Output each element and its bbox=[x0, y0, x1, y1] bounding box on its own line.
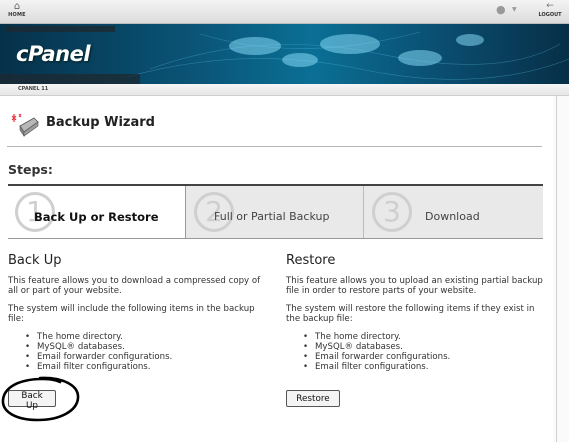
top-navigation-bar: ⌂ HOME ● ▼ ← LOGOUT bbox=[0, 0, 569, 24]
back-up-button[interactable]: Back Up bbox=[8, 390, 56, 411]
wizard-steps: 1 Back Up or Restore 2 Full or Partial B… bbox=[8, 184, 543, 239]
home-link[interactable]: ⌂ HOME bbox=[3, 1, 31, 18]
logout-icon: ← bbox=[546, 1, 554, 11]
logout-label: LOGOUT bbox=[538, 12, 562, 18]
page-title: Backup Wizard bbox=[46, 115, 155, 130]
backup-intro: The system will include the following it… bbox=[8, 304, 255, 324]
list-item: Email forwarder configurations. bbox=[303, 352, 544, 362]
list-item: Email filter configurations. bbox=[303, 362, 544, 372]
step-back-up-or-restore[interactable]: 1 Back Up or Restore bbox=[8, 186, 186, 238]
step-label: Download bbox=[425, 210, 480, 223]
version-label: CPANEL 11 bbox=[18, 86, 49, 92]
list-item: MySQL® databases. bbox=[303, 342, 544, 352]
title-divider bbox=[7, 146, 542, 147]
backup-heading: Back Up bbox=[8, 253, 62, 268]
list-item: MySQL® databases. bbox=[25, 342, 270, 352]
list-item: The home directory. bbox=[303, 332, 544, 342]
list-item: Email forwarder configurations. bbox=[25, 352, 270, 362]
restore-section: Restore This feature allows you to uploa… bbox=[286, 253, 544, 372]
backup-items-list: The home directory. MySQL® databases. Em… bbox=[25, 332, 270, 372]
list-item: The home directory. bbox=[25, 332, 270, 342]
step-number: 3 bbox=[372, 192, 412, 232]
chevron-down-icon[interactable]: ▼ bbox=[512, 6, 517, 13]
step-label: Back Up or Restore bbox=[34, 210, 159, 224]
step-label: Full or Partial Backup bbox=[214, 210, 330, 223]
backup-wizard-icon bbox=[11, 113, 39, 137]
backup-section: Back Up This feature allows you to downl… bbox=[8, 253, 270, 372]
restore-description: This feature allows you to upload an exi… bbox=[286, 276, 543, 296]
step-download: 3 Download bbox=[364, 186, 543, 238]
cpanel-banner: cPanel bbox=[0, 24, 569, 84]
list-item: Email filter configurations. bbox=[25, 362, 270, 372]
steps-heading: Steps: bbox=[8, 162, 53, 177]
home-label: HOME bbox=[8, 12, 26, 18]
restore-heading: Restore bbox=[286, 253, 336, 268]
logout-link[interactable]: ← LOGOUT bbox=[536, 1, 564, 18]
backup-description: This feature allows you to download a co… bbox=[8, 276, 261, 296]
restore-button[interactable]: Restore bbox=[286, 390, 340, 407]
restore-items-list: The home directory. MySQL® databases. Em… bbox=[303, 332, 544, 372]
version-bar: CPANEL 11 bbox=[0, 84, 569, 96]
restore-intro: The system will restore the following it… bbox=[286, 304, 535, 324]
cpanel-logo: cPanel bbox=[16, 42, 91, 66]
user-icon[interactable]: ● bbox=[496, 3, 506, 16]
step-full-or-partial-backup: 2 Full or Partial Backup bbox=[186, 186, 364, 238]
home-icon: ⌂ bbox=[13, 1, 21, 12]
page-edge-line bbox=[556, 96, 557, 442]
